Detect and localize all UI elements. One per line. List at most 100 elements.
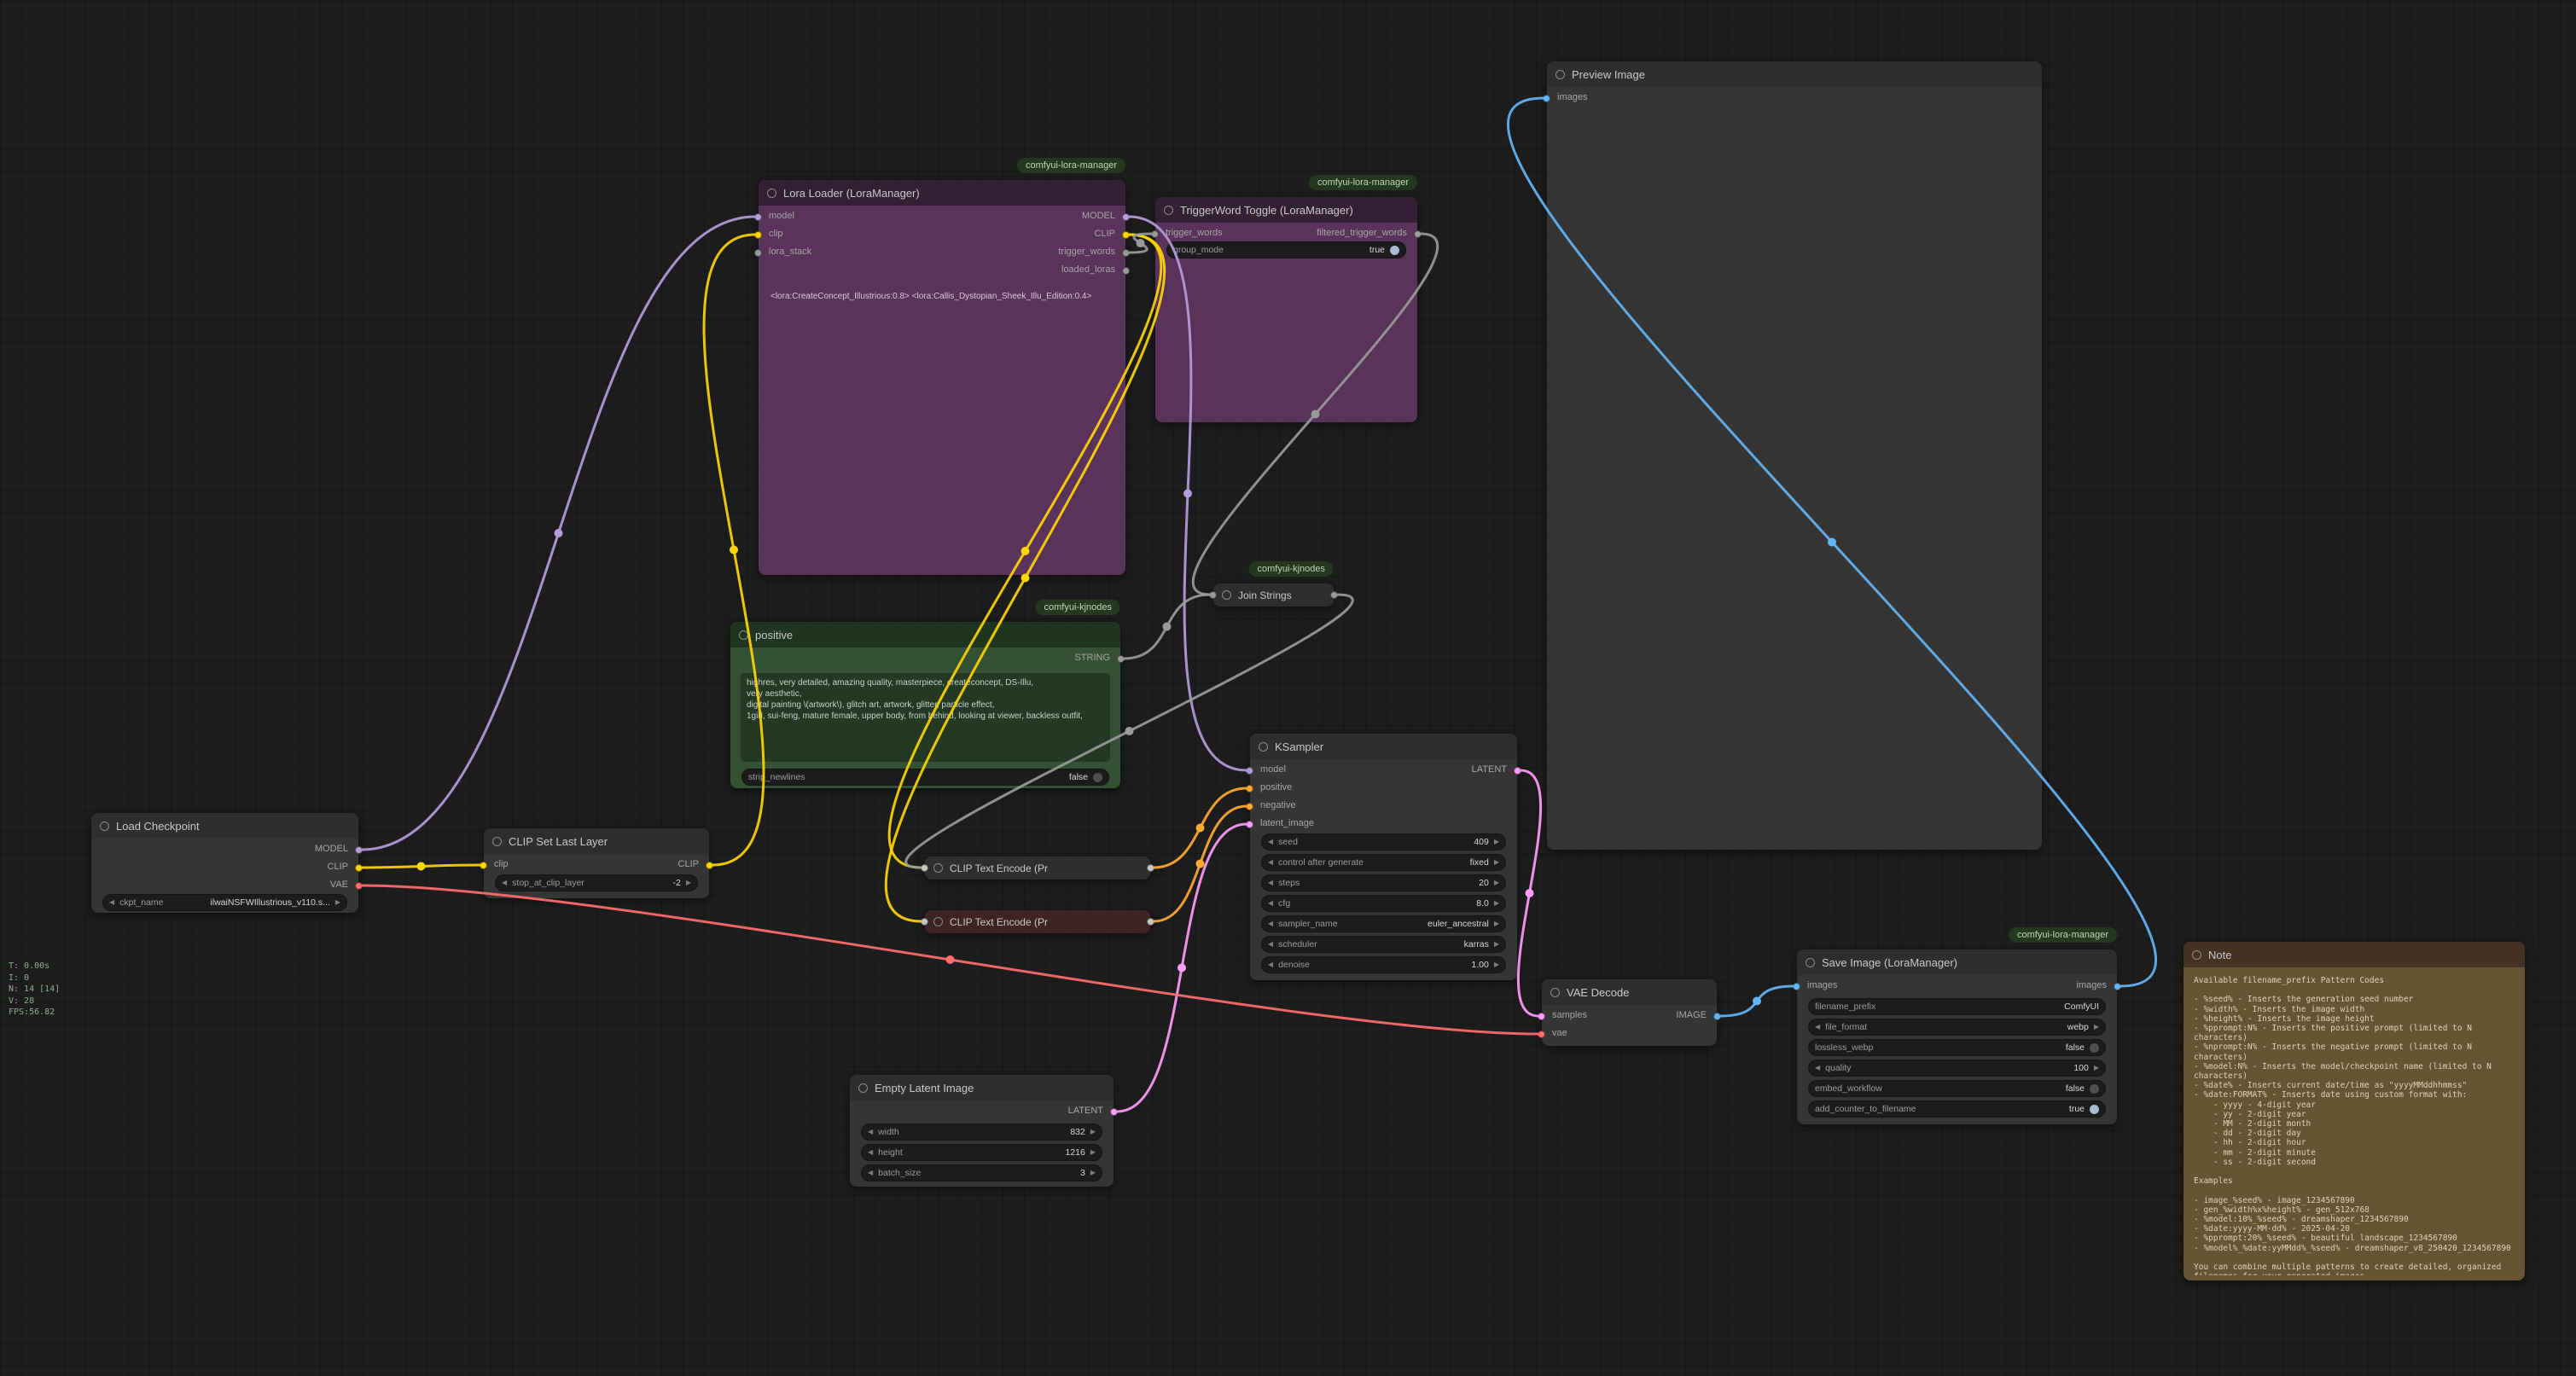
step-right-icon[interactable]: ▶ (1494, 880, 1499, 886)
step-right-icon[interactable]: ▶ (686, 880, 691, 886)
node-clip-text-encode-negative[interactable]: CLIP Text Encode (Pr (925, 910, 1150, 933)
step-right-icon[interactable]: ▶ (1090, 1129, 1096, 1135)
step-left-icon[interactable]: ◀ (1815, 1024, 1820, 1031)
collapse-toggle-icon[interactable] (100, 822, 109, 831)
node-title-bar[interactable]: CLIP Text Encode (Pr (925, 910, 1150, 933)
step-left-icon[interactable]: ◀ (868, 1149, 873, 1156)
collapse-toggle-icon[interactable] (1222, 590, 1231, 600)
output-port-clip-text-encode-positive-dot[interactable] (1147, 864, 1154, 872)
step-left-icon[interactable]: ◀ (502, 880, 507, 886)
node-title-bar[interactable]: Save Image (LoraManager) (1797, 949, 2117, 975)
input-port-images-dot[interactable] (1543, 95, 1550, 102)
input-port-negative-dot[interactable] (1246, 803, 1253, 810)
widget-steps[interactable]: ◀steps20▶ (1261, 874, 1506, 891)
node-title-bar[interactable]: VAE Decode (1542, 979, 1717, 1005)
node-join-strings[interactable]: Join Strings (1213, 583, 1334, 607)
input-port-model-dot[interactable] (754, 213, 762, 221)
node-title-bar[interactable]: KSampler (1250, 734, 1517, 759)
step-left-icon[interactable]: ◀ (1268, 880, 1273, 886)
toggle-knob-icon[interactable] (1093, 773, 1102, 782)
output-port-loaded_loras-dot[interactable] (1122, 267, 1130, 275)
step-right-icon[interactable]: ▶ (1494, 859, 1499, 866)
widget-denoise[interactable]: ◀denoise1.00▶ (1261, 956, 1506, 973)
node-clip-set-last-layer[interactable]: CLIP Set Last LayerclipCLIP◀stop_at_clip… (484, 828, 709, 898)
step-left-icon[interactable]: ◀ (1815, 1065, 1820, 1071)
node-title-bar[interactable]: Load Checkpoint (91, 813, 358, 839)
input-port-clip-dot[interactable] (754, 231, 762, 239)
note-text[interactable]: Available filename_prefix Pattern Codes … (2194, 976, 2518, 1275)
widget-width[interactable]: ◀width832▶ (861, 1123, 1102, 1141)
node-title-bar[interactable]: Lora Loader (LoraManager) (759, 180, 1125, 206)
toggle-knob-icon[interactable] (2090, 1105, 2099, 1114)
output-port-trigger_words-dot[interactable] (1122, 249, 1130, 257)
step-left-icon[interactable]: ◀ (1268, 839, 1273, 845)
step-right-icon[interactable]: ▶ (1090, 1149, 1096, 1156)
input-port-latent_image-dot[interactable] (1246, 821, 1253, 828)
input-port-images-dot[interactable] (1793, 983, 1800, 990)
widget-sampler-name[interactable]: ◀sampler_nameeuler_ancestral▶ (1261, 915, 1506, 932)
node-positive-prompt[interactable]: positiveSTRINGstrip_newlinesfalsehighres… (730, 622, 1120, 788)
output-port-clip-text-encode-negative-dot[interactable] (1147, 918, 1154, 926)
collapse-toggle-icon[interactable] (1259, 742, 1268, 752)
node-empty-latent-image[interactable]: Empty Latent ImageLATENT◀width832▶◀heigh… (850, 1075, 1114, 1187)
output-port-LATENT-dot[interactable] (1514, 767, 1521, 775)
input-port-positive-dot[interactable] (1246, 785, 1253, 793)
widget-add-counter-to-filename[interactable]: add_counter_to_filenametrue (1808, 1100, 2106, 1118)
input-port-samples-dot[interactable] (1538, 1013, 1545, 1020)
output-port-STRING-dot[interactable] (1117, 655, 1125, 663)
collapse-toggle-icon[interactable] (858, 1083, 868, 1093)
collapse-toggle-icon[interactable] (1806, 958, 1815, 967)
node-title-bar[interactable]: positive (730, 622, 1120, 647)
step-right-icon[interactable]: ▶ (335, 899, 340, 906)
widget-control-after-generate[interactable]: ◀control after generatefixed▶ (1261, 854, 1506, 871)
node-title-bar[interactable]: Join Strings (1213, 583, 1334, 607)
widget-quality[interactable]: ◀quality100▶ (1808, 1060, 2106, 1077)
collapse-toggle-icon[interactable] (767, 189, 776, 198)
input-port-trigger_words-dot[interactable] (1151, 230, 1159, 238)
step-left-icon[interactable]: ◀ (1268, 859, 1273, 866)
output-port-CLIP-dot[interactable] (1122, 231, 1130, 239)
node-vae-decode[interactable]: VAE DecodesamplesvaeIMAGE (1542, 979, 1717, 1046)
step-left-icon[interactable]: ◀ (1268, 941, 1273, 948)
input-port-clip-text-encode-negative-dot[interactable] (921, 918, 928, 926)
step-right-icon[interactable]: ▶ (1494, 941, 1499, 948)
widget-height[interactable]: ◀height1216▶ (861, 1144, 1102, 1161)
input-port-model-dot[interactable] (1246, 767, 1253, 775)
workflow-canvas[interactable]: T: 0.00s I: 0 N: 14 [14] V: 28 FPS:56.82… (0, 0, 2576, 1376)
widget-batch-size[interactable]: ◀batch_size3▶ (861, 1164, 1102, 1182)
step-right-icon[interactable]: ▶ (1494, 920, 1499, 927)
step-left-icon[interactable]: ◀ (868, 1129, 873, 1135)
widget-lossless-webp[interactable]: lossless_webpfalse (1808, 1039, 2106, 1056)
widget-scheduler[interactable]: ◀schedulerkarras▶ (1261, 936, 1506, 953)
output-port-IMAGE-dot[interactable] (1713, 1013, 1721, 1020)
node-title-bar[interactable]: TriggerWord Toggle (LoraManager) (1155, 197, 1417, 223)
output-port-LATENT-dot[interactable] (1110, 1108, 1118, 1116)
collapse-toggle-icon[interactable] (1555, 70, 1565, 79)
node-title-bar[interactable]: Empty Latent Image (850, 1075, 1114, 1100)
widget-file-format[interactable]: ◀file_formatwebp▶ (1808, 1019, 2106, 1036)
collapse-toggle-icon[interactable] (2192, 950, 2201, 960)
node-load-checkpoint[interactable]: Load CheckpointMODELCLIPVAE◀ckpt_nameilw… (91, 813, 358, 913)
output-port-filtered_trigger_words-dot[interactable] (1414, 230, 1422, 238)
widget-stop-at-clip-layer[interactable]: ◀stop_at_clip_layer-2▶ (495, 874, 698, 891)
step-right-icon[interactable]: ▶ (1494, 839, 1499, 845)
output-port-join-strings-dot[interactable] (1330, 591, 1338, 599)
output-port-CLIP-dot[interactable] (706, 862, 713, 869)
output-port-CLIP-dot[interactable] (355, 864, 363, 872)
collapse-toggle-icon[interactable] (1164, 206, 1173, 215)
step-right-icon[interactable]: ▶ (2094, 1065, 2099, 1071)
step-right-icon[interactable]: ▶ (2094, 1024, 2099, 1031)
node-title-bar[interactable]: Preview Image (1547, 61, 2042, 87)
node-title-bar[interactable]: CLIP Set Last Layer (484, 828, 709, 854)
widget-filename-prefix[interactable]: filename_prefixComfyUI (1808, 998, 2106, 1015)
input-port-lora_stack-dot[interactable] (754, 249, 762, 257)
node-triggerword-toggle[interactable]: TriggerWord Toggle (LoraManager)trigger_… (1155, 197, 1417, 422)
collapse-toggle-icon[interactable] (739, 630, 748, 640)
input-port-vae-dot[interactable] (1538, 1031, 1545, 1038)
step-left-icon[interactable]: ◀ (109, 899, 114, 906)
prompt-textarea[interactable]: highres, very detailed, amazing quality,… (741, 673, 1110, 762)
node-title-bar[interactable]: Note (2183, 942, 2525, 967)
input-port-clip-dot[interactable] (480, 862, 487, 869)
step-right-icon[interactable]: ▶ (1494, 900, 1499, 907)
output-port-MODEL-dot[interactable] (1122, 213, 1130, 221)
